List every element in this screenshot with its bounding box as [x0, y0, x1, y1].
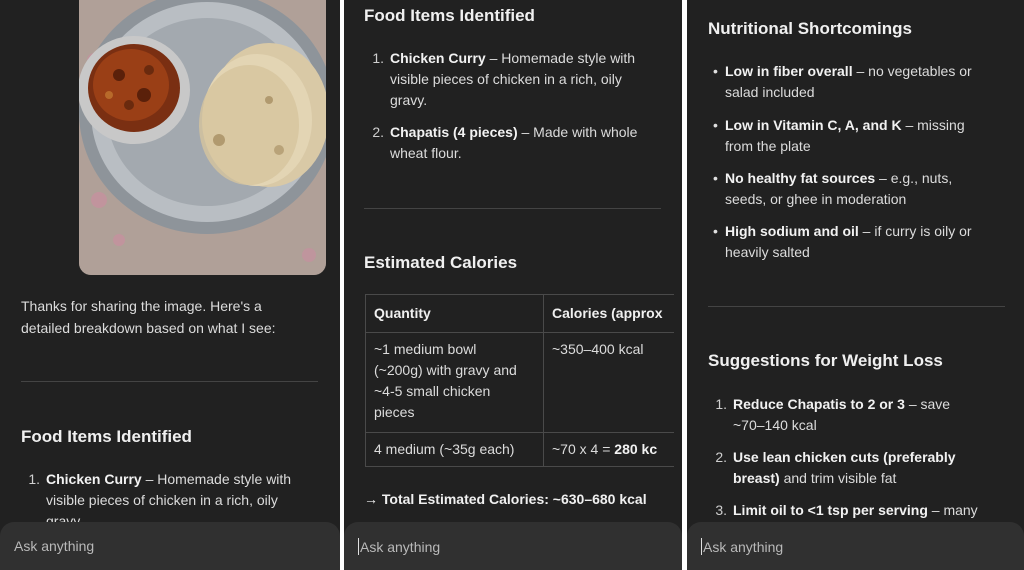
table-header-cell: Quantity [365, 294, 544, 333]
chat-panel-3: Nutritional Shortcomings • Low in fiber … [687, 0, 1024, 570]
intro-line-1: Thanks for sharing the image. Here's a [21, 298, 262, 314]
list-item-line: Chapatis (4 pieces) – Made with whole [390, 122, 637, 143]
chat-panel-2: Food Items Identified 1. Chicken Curry –… [344, 0, 682, 570]
list-item-line: Reduce Chapatis to 2 or 3 – save [733, 394, 950, 415]
item-name: Reduce Chapatis to 2 or 3 [733, 396, 905, 412]
list-number: 3. [715, 502, 727, 518]
calorie-table: Quantity Calories (approx ~1 medium bowl… [365, 294, 674, 467]
item-desc: – no vegetables or [852, 63, 972, 79]
divider [708, 306, 1005, 307]
list-item-line: ~70–140 kcal [733, 417, 817, 433]
cell-line: (~200g) with gravy and [374, 362, 517, 378]
item-desc: – Made with whole [517, 124, 638, 140]
placeholder-text: Ask anything [703, 539, 784, 555]
table-cell: ~350–400 kcal [543, 332, 674, 433]
divider [364, 208, 661, 209]
item-name: Low in Vitamin C, A, and K [725, 117, 902, 133]
item-name: High sodium and oil [725, 223, 859, 239]
cell-text-bold: 280 kc [614, 441, 658, 457]
table-cell: ~1 medium bowl (~200g) with gravy and ~4… [365, 332, 544, 433]
list-item-line: breast) and trim visible fat [733, 468, 896, 489]
section-heading: Food Items Identified [21, 427, 192, 446]
divider [21, 381, 318, 382]
chat-input-placeholder[interactable]: Ask anything [701, 538, 783, 555]
list-item-line: visible pieces of chicken in a rich, oil… [390, 71, 622, 87]
table-row: ~1 medium bowl (~200g) with gravy and ~4… [365, 332, 674, 433]
bullet: • [713, 117, 718, 133]
cell-line: pieces [374, 404, 415, 420]
item-desc: – save [904, 396, 951, 412]
item-desc: – e.g., nuts, [875, 170, 953, 186]
chat-input-bar[interactable]: Ask anything [344, 522, 682, 570]
bullet: • [713, 63, 718, 79]
chat-panel-1: Thanks for sharing the image. Here's a d… [0, 0, 340, 570]
table-cell: ~70 x 4 = 280 kc [543, 432, 674, 467]
item-name: Chicken Curry [390, 50, 486, 66]
list-item-line: Use lean chicken cuts (preferably [733, 449, 956, 465]
item-desc: – Homemade style with [485, 50, 636, 66]
chat-input-placeholder[interactable]: Ask anything [14, 538, 94, 554]
list-number: 1. [28, 471, 40, 487]
list-item-line: Chicken Curry – Homemade style with [46, 469, 291, 490]
list-item-line: visible pieces of chicken in a rich, oil… [46, 492, 278, 508]
food-photo[interactable] [79, 0, 326, 275]
food-photo-image [79, 0, 326, 275]
list-item-line: heavily salted [725, 244, 810, 260]
section-heading: Estimated Calories [364, 253, 518, 272]
list-item-line: from the plate [725, 138, 811, 154]
list-item-line: Low in fiber overall – no vegetables or [725, 61, 972, 82]
cell-text: ~70 x 4 = [552, 441, 615, 457]
list-item-line: salad included [725, 84, 815, 100]
table-header-row: Quantity Calories (approx [365, 294, 674, 333]
chat-input-bar[interactable]: Ask anything [0, 522, 340, 570]
table-cell: 4 medium (~35g each) [365, 432, 544, 467]
list-item-line: No healthy fat sources – e.g., nuts, [725, 168, 952, 189]
item-name: Chapatis (4 pieces) [390, 124, 518, 140]
total-calories: → Total Estimated Calories: ~630–680 kca… [364, 491, 647, 507]
item-desc: – Homemade style with [141, 471, 292, 487]
chat-input-placeholder[interactable]: Ask anything [358, 538, 440, 555]
item-name: Limit oil to <1 tsp per serving [733, 502, 928, 518]
section-heading: Nutritional Shortcomings [708, 19, 912, 38]
placeholder-text: Ask anything [360, 539, 441, 555]
text-caret [701, 538, 702, 555]
cell-line: ~4-5 small chicken [374, 383, 491, 399]
item-desc: and trim visible fat [779, 470, 897, 486]
item-name: No healthy fat sources [725, 170, 876, 186]
list-number: 2. [715, 449, 727, 465]
list-item-line: Chicken Curry – Homemade style with [390, 48, 635, 69]
list-item-line: Low in Vitamin C, A, and K – missing [725, 115, 965, 136]
list-item-line: seeds, or ghee in moderation [725, 191, 907, 207]
item-name: Chicken Curry [46, 471, 142, 487]
cell-line: ~1 medium bowl [374, 341, 477, 357]
list-number: 1. [715, 396, 727, 412]
section-heading: Food Items Identified [364, 6, 535, 25]
text-caret [358, 538, 359, 555]
table-header-cell: Calories (approx [543, 294, 674, 333]
table-row: 4 medium (~35g each) ~70 x 4 = 280 kc [365, 432, 674, 467]
list-item-line: wheat flour. [390, 145, 462, 161]
list-number: 2. [372, 124, 384, 140]
list-item-line: High sodium and oil – if curry is oily o… [725, 221, 972, 242]
list-item-line: Limit oil to <1 tsp per serving – many [733, 500, 978, 521]
chat-input-bar[interactable]: Ask anything [687, 522, 1024, 570]
section-heading: Suggestions for Weight Loss [708, 351, 943, 370]
bullet: • [713, 223, 718, 239]
item-desc: – missing [901, 117, 965, 133]
item-name: breast) [733, 470, 780, 486]
list-number: 1. [372, 50, 384, 66]
item-desc: – if curry is oily or [858, 223, 972, 239]
bullet: • [713, 170, 718, 186]
item-name: Low in fiber overall [725, 63, 853, 79]
list-item-line: gravy. [390, 92, 428, 108]
intro-line-2: detailed breakdown based on what I see: [21, 320, 276, 336]
item-desc: – many [927, 502, 978, 518]
